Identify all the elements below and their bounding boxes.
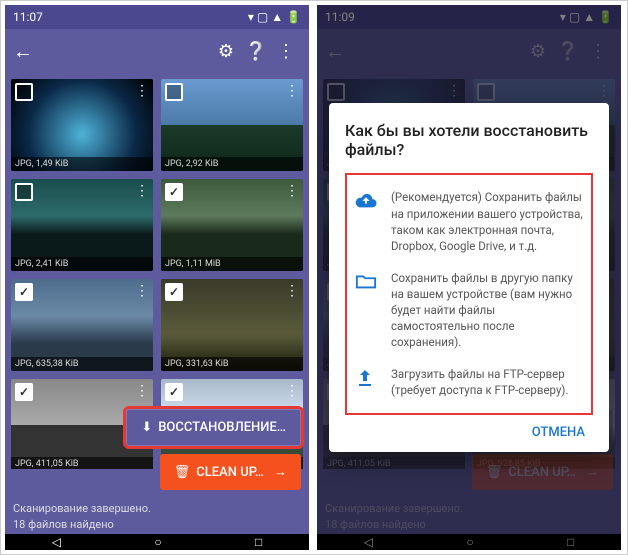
image-tile[interactable]: ⋮ JPG, 1,49 KiB	[11, 79, 153, 171]
nav-home-icon[interactable]: ○	[154, 535, 161, 549]
status-icons: ▾ ▢ ▲ 🔋	[248, 10, 301, 24]
dialog-overlay[interactable]: Как бы вы хотели восстановить файлы? (Ре…	[317, 5, 621, 550]
app-bar: ← ⚙ ❔ ⋮	[5, 29, 309, 73]
overflow-icon[interactable]: ⋮	[271, 41, 301, 62]
tile-overflow-icon[interactable]: ⋮	[135, 183, 149, 199]
tile-overflow-icon[interactable]: ⋮	[285, 283, 299, 299]
tile-meta: JPG, 635,38 KiB	[11, 357, 153, 371]
checkbox[interactable]	[165, 83, 183, 101]
option-folder[interactable]: Сохранить файлы в другую папку на вашем …	[351, 262, 587, 358]
trash-icon: 🗑	[174, 465, 191, 480]
cloud-upload-icon	[355, 191, 379, 209]
tile-overflow-icon[interactable]: ⋮	[135, 283, 149, 299]
arrow-right-icon: →	[274, 464, 287, 480]
option-text: Сохранить файлы в другую папку на вашем …	[391, 270, 583, 350]
checkbox[interactable]	[15, 83, 33, 101]
dialog-options: (Рекомендуется) Сохранить файлы на прило…	[345, 173, 593, 414]
nav-recent-icon[interactable]: □	[255, 535, 262, 549]
tile-meta: JPG, 331,63 KiB	[161, 357, 303, 371]
checkbox[interactable]	[15, 183, 33, 201]
status-text: Сканирование завершено. 18 файлов найден…	[13, 501, 151, 532]
tile-overflow-icon[interactable]: ⋮	[135, 383, 149, 399]
tile-meta: JPG, 2,41 KiB	[11, 257, 153, 271]
cleanup-label: CLEAN UP…	[196, 465, 264, 480]
tile-overflow-icon[interactable]: ⋮	[285, 383, 299, 399]
image-tile[interactable]: ✓ ⋮ JPG, 635,38 KiB	[11, 279, 153, 371]
checkbox[interactable]: ✓	[165, 183, 183, 201]
settings-icon[interactable]: ⚙	[211, 41, 241, 62]
restore-label: ВОССТАНОВЛЕНИЕ…	[158, 420, 286, 435]
found-status: 18 файлов найдено	[13, 517, 151, 532]
nav-back-icon[interactable]: ◁	[52, 535, 61, 549]
clock: 11:07	[13, 10, 43, 24]
help-icon[interactable]: ❔	[241, 41, 271, 62]
option-cloud[interactable]: (Рекомендуется) Сохранить файлы на прило…	[351, 181, 587, 261]
tile-overflow-icon[interactable]: ⋮	[285, 183, 299, 199]
tile-meta: JPG, 2,92 KiB	[161, 157, 303, 171]
tile-meta: JPG, 1,49 KiB	[11, 157, 153, 171]
back-icon[interactable]: ←	[13, 39, 33, 64]
status-bar: 11:07 ▾ ▢ ▲ 🔋	[5, 5, 309, 29]
restore-dialog: Как бы вы хотели восстановить файлы? (Ре…	[329, 103, 609, 451]
tile-meta: JPG, 1,11 MiB	[161, 257, 303, 271]
checkbox[interactable]: ✓	[165, 283, 183, 301]
checkbox[interactable]: ✓	[165, 383, 183, 401]
option-ftp[interactable]: Загрузить файлы на FTP-сервер (требует д…	[351, 358, 587, 406]
tile-overflow-icon[interactable]: ⋮	[285, 83, 299, 99]
option-text: Загрузить файлы на FTP-сервер (требует д…	[391, 366, 583, 398]
download-icon: ⬇	[141, 420, 152, 435]
cleanup-button[interactable]: 🗑 CLEAN UP… →	[160, 454, 301, 490]
scan-status: Сканирование завершено.	[13, 501, 151, 516]
checkbox[interactable]: ✓	[15, 383, 33, 401]
nav-bar: ◁ ○ □	[5, 534, 309, 550]
image-tile[interactable]: ⋮ JPG, 2,92 KiB	[161, 79, 303, 171]
dialog-title: Как бы вы хотели восстановить файлы?	[345, 121, 593, 159]
image-tile[interactable]: ✓ ⋮ JPG, 1,11 MiB	[161, 179, 303, 271]
checkbox[interactable]: ✓	[15, 283, 33, 301]
tile-overflow-icon[interactable]: ⋮	[135, 83, 149, 99]
restore-button[interactable]: ⬇ ВОССТАНОВЛЕНИЕ…	[126, 409, 301, 446]
image-tile[interactable]: ✓ ⋮ JPG, 331,63 KiB	[161, 279, 303, 371]
folder-icon	[355, 272, 379, 290]
phone-left: 11:07 ▾ ▢ ▲ 🔋 ← ⚙ ❔ ⋮ ⋮ JPG, 1,49 KiB ⋮ JPG…	[5, 5, 309, 550]
option-text: (Рекомендуется) Сохранить файлы на прило…	[391, 189, 583, 253]
phone-right: 11:09 ▾ ▢ ▲ 🔋 ← ⚙ ❔ ⋮ ⋮JPG, 1,49 KiB⋮JPG…	[317, 5, 621, 550]
cancel-button[interactable]: ОТМЕНА	[345, 415, 593, 444]
image-tile[interactable]: ⋮ JPG, 2,41 KiB	[11, 179, 153, 271]
upload-icon	[355, 368, 379, 388]
